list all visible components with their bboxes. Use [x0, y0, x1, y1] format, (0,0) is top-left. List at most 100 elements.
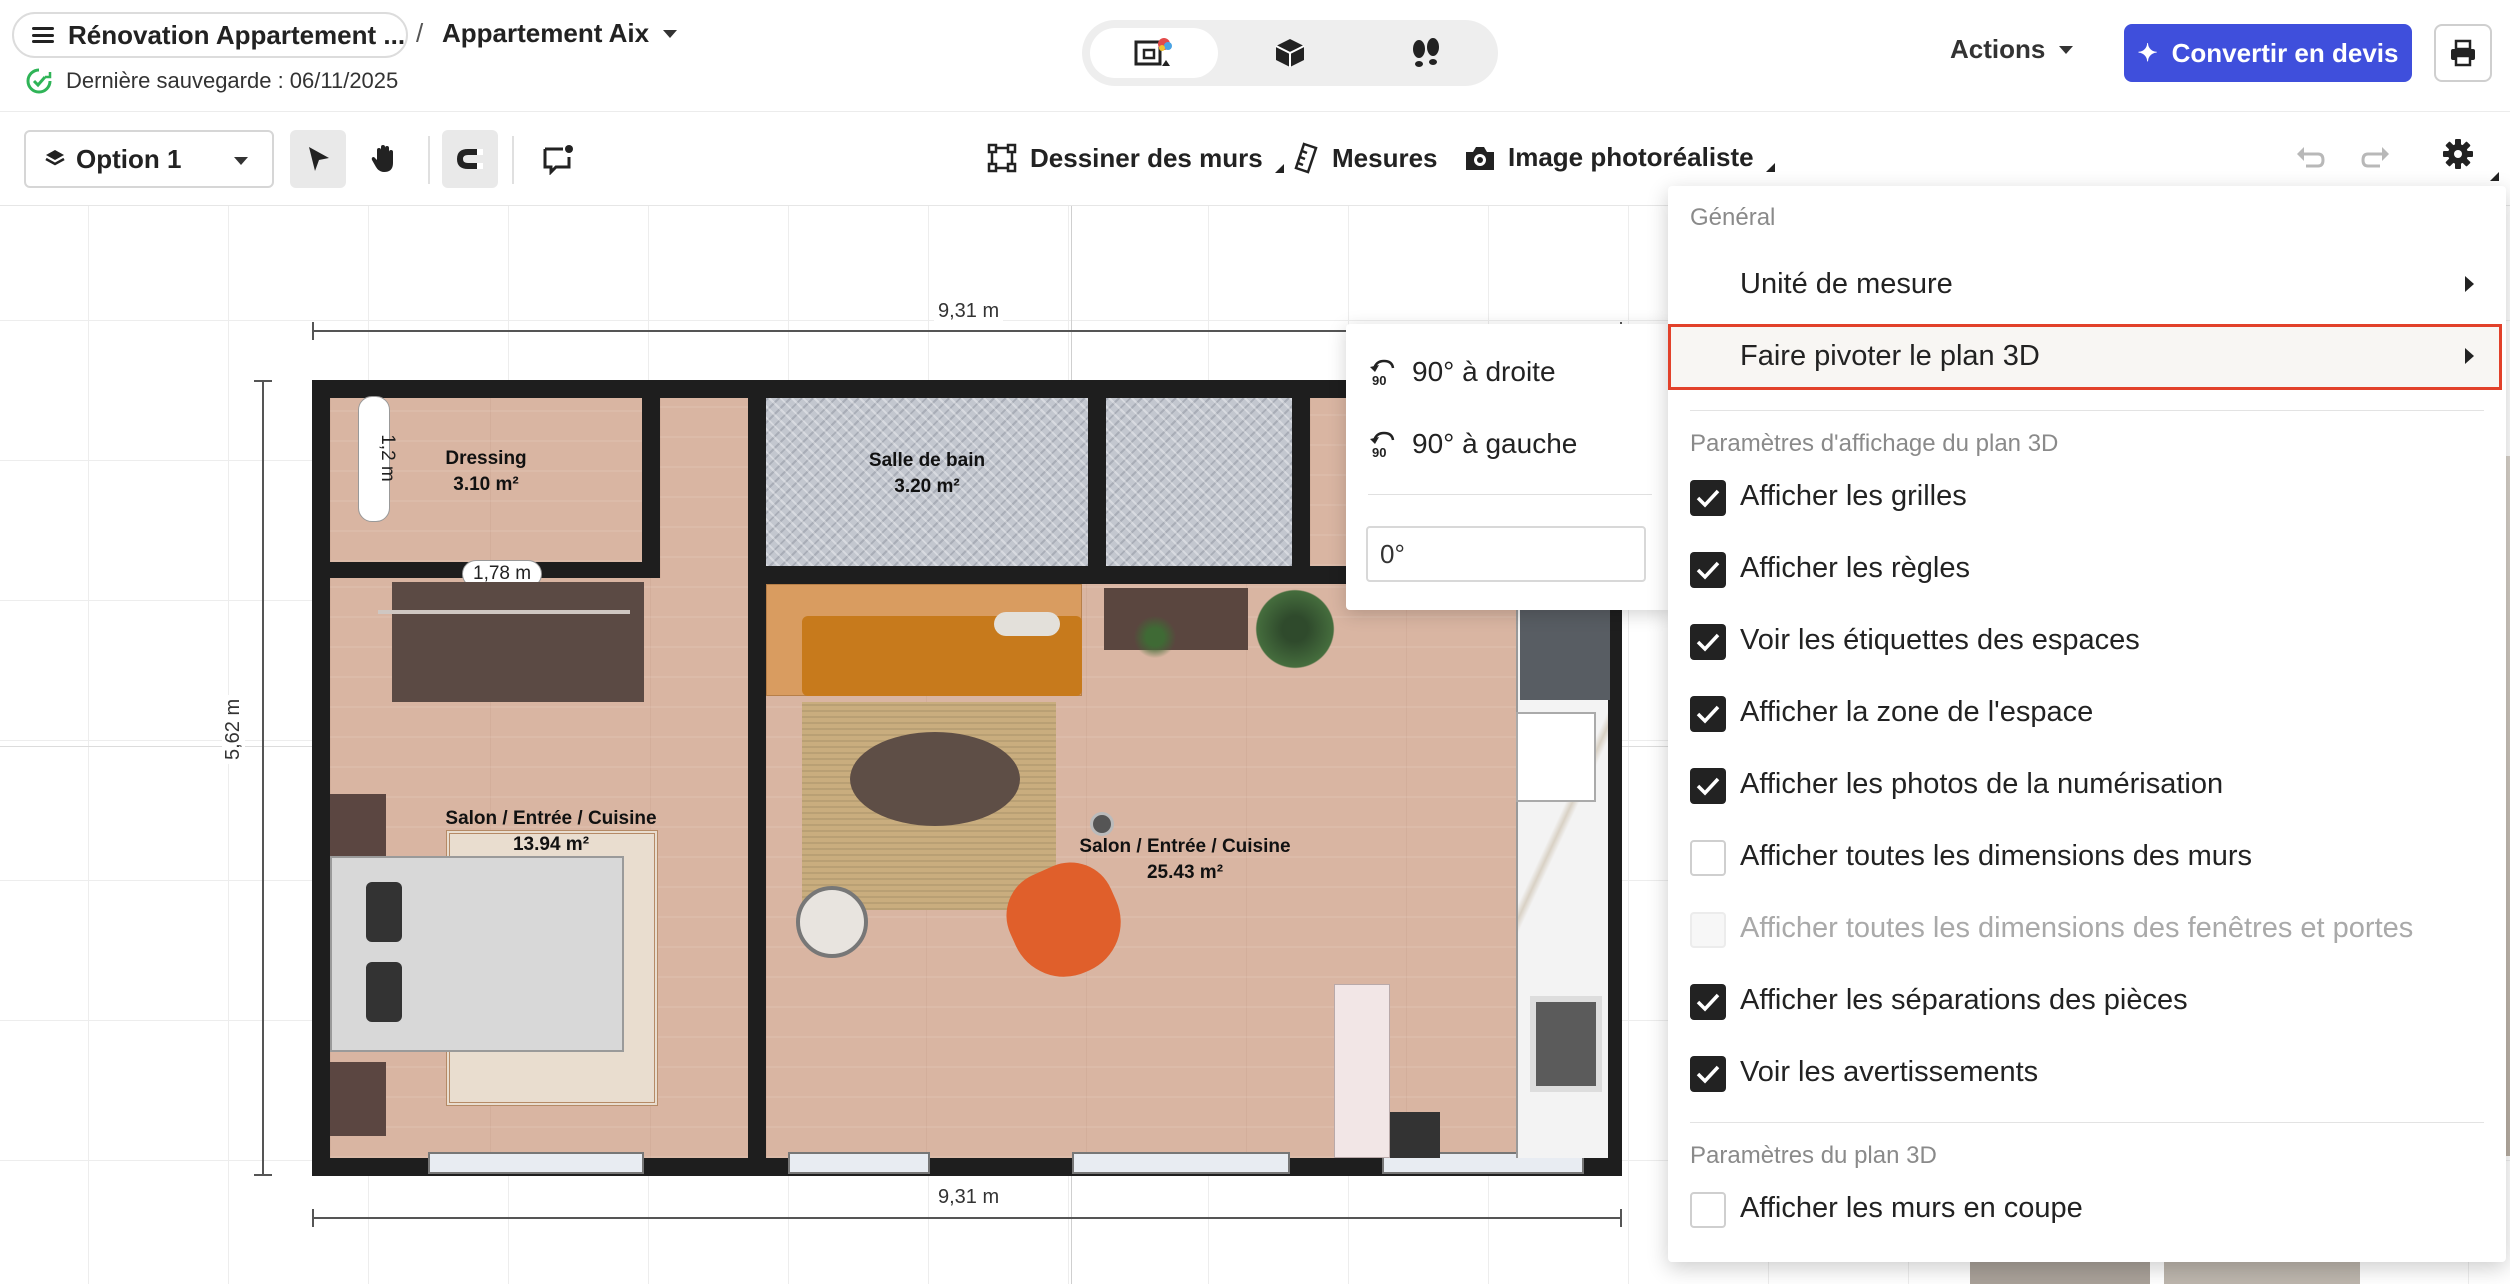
- dimension-tick: [312, 322, 314, 340]
- hamburger-icon: [32, 27, 54, 43]
- top-bar: Rénovation Appartement ... / Appartement…: [0, 0, 2510, 112]
- bottom-dimension-line: [312, 1217, 1622, 1219]
- variant-selector[interactable]: Appartement Aix: [442, 18, 678, 49]
- plant: [1250, 584, 1340, 674]
- view-3d-icon: [1275, 39, 1305, 67]
- magnet-tool-button[interactable]: [442, 130, 498, 188]
- check-icon: [1696, 633, 1720, 652]
- measures-tool[interactable]: Mesures: [1294, 142, 1438, 174]
- dimension-pill-vertical: 1,2 m: [358, 396, 398, 522]
- option-label[interactable]: Afficher les séparations des pièces: [1740, 984, 2188, 1017]
- photo-label: Image photoréaliste: [1508, 142, 1754, 172]
- dimension-tick: [254, 380, 272, 382]
- redo-icon[interactable]: [2360, 142, 2392, 174]
- checkbox-space-area[interactable]: [1690, 696, 1726, 732]
- top-dimension-label: 9,31 m: [934, 300, 1004, 323]
- section-3d: Paramètres du plan 3D: [1690, 1142, 1937, 1169]
- option-label[interactable]: Afficher les grilles: [1740, 480, 1967, 513]
- draw-walls-tool[interactable]: Dessiner des murs: [986, 142, 1284, 174]
- option-label[interactable]: Afficher la zone de l'espace: [1740, 696, 2093, 729]
- rotate-right-item[interactable]: 90 90° à droite: [1368, 352, 1556, 392]
- check-icon: [1696, 561, 1720, 580]
- rotate-left-label: 90° à gauche: [1412, 428, 1578, 459]
- chevron-right-icon: [2465, 276, 2474, 292]
- menu-divider: [1690, 1122, 2484, 1123]
- rotation-angle-input[interactable]: [1366, 526, 1646, 582]
- toolbar-divider: [428, 136, 430, 184]
- option-label: Option 1: [76, 143, 182, 174]
- checkbox-room-separations[interactable]: [1690, 984, 1726, 1020]
- view-2d-button[interactable]: [1090, 28, 1218, 78]
- rotate-submenu: 90 90° à droite 90 90° à gauche: [1346, 324, 1672, 610]
- side-floor: [1310, 398, 1350, 566]
- option-selector[interactable]: Option 1: [24, 130, 274, 188]
- undo-icon[interactable]: [2294, 142, 2326, 174]
- measurement-unit-item[interactable]: Unité de mesure: [1740, 268, 1953, 301]
- walk-icon: [1413, 38, 1439, 67]
- view-walk-button[interactable]: [1362, 28, 1490, 78]
- checkbox-scan-photos[interactable]: [1690, 768, 1726, 804]
- rattan-chair: [796, 886, 868, 958]
- submenu-corner-icon: [2490, 172, 2499, 181]
- plan-2d-icon: [1134, 38, 1172, 66]
- sparkle-icon: ✦: [2137, 39, 2158, 67]
- submenu-corner-icon: [1765, 163, 1775, 172]
- rotate-plan-item[interactable]: Faire pivoter le plan 3D: [1740, 340, 2040, 373]
- convert-to-quote-button[interactable]: ✦ Convertir en devis: [2124, 24, 2412, 82]
- comment-add-icon: [543, 145, 573, 175]
- toolbar-divider: [512, 136, 514, 184]
- checkbox-cut-walls[interactable]: [1690, 1192, 1726, 1228]
- layers-icon: [45, 150, 65, 166]
- check-icon: [1696, 1065, 1720, 1084]
- photorealistic-image-tool[interactable]: Image photoréaliste: [1464, 142, 1775, 173]
- settings-dropdown: Général Unité de mesure Faire pivoter le…: [1668, 186, 2506, 1262]
- room-label-dressing: Dressing 3.10 m²: [426, 446, 546, 498]
- window: [428, 1152, 644, 1174]
- print-button[interactable]: [2434, 24, 2492, 82]
- option-label[interactable]: Afficher les murs en coupe: [1740, 1192, 2083, 1225]
- window: [788, 1152, 930, 1174]
- checkbox-space-labels[interactable]: [1690, 624, 1726, 660]
- actions-menu[interactable]: Actions: [1950, 34, 2074, 65]
- chevron-down-icon: [663, 29, 678, 38]
- coffee-table: [850, 732, 1020, 826]
- project-name: Rénovation Appartement ...: [68, 19, 406, 50]
- bottom-dimension-label: 9,31 m: [934, 1186, 1004, 1209]
- scan-photo-thumb: [2164, 1262, 2360, 1284]
- rotate-left-item[interactable]: 90 90° à gauche: [1368, 424, 1577, 464]
- fridge: [1520, 610, 1610, 700]
- check-icon: [1696, 993, 1720, 1012]
- room-area: 25.43 m²: [1146, 862, 1224, 883]
- scan-photo-thumb: [1970, 1262, 2150, 1284]
- submenu-corner-icon: [1274, 163, 1284, 173]
- room-label-bedroom: Salon / Entrée / Cuisine 13.94 m²: [436, 806, 666, 858]
- dimension-tick: [254, 1174, 272, 1176]
- option-label[interactable]: Afficher toutes les dimensions des murs: [1740, 840, 2252, 873]
- menu-divider: [1690, 410, 2484, 411]
- cooktop: [1530, 996, 1602, 1092]
- view-mode-switch: [1082, 20, 1498, 86]
- last-saved-text: Dernière sauvegarde : 06/11/2025: [66, 68, 399, 93]
- select-tool-button[interactable]: [290, 130, 346, 188]
- settings-button[interactable]: [2440, 136, 2499, 188]
- annotation-tool-button[interactable]: [530, 130, 586, 188]
- option-label[interactable]: Afficher les règles: [1740, 552, 1970, 585]
- room-label-living: Salon / Entrée / Cuisine 25.43 m²: [1070, 834, 1300, 886]
- svg-text:90: 90: [1372, 373, 1386, 387]
- option-label[interactable]: Afficher les photos de la numérisation: [1740, 768, 2223, 801]
- option-label[interactable]: Voir les avertissements: [1740, 1056, 2038, 1089]
- room-name: Dressing: [445, 448, 527, 469]
- room-name: Salon / Entrée / Cuisine: [1079, 836, 1291, 857]
- room-area: 3.10 m²: [453, 474, 519, 495]
- option-label[interactable]: Voir les étiquettes des espaces: [1740, 624, 2140, 657]
- submenu-divider: [1368, 494, 1652, 495]
- pan-tool-button[interactable]: [356, 130, 412, 188]
- checkbox-wall-dimensions[interactable]: [1690, 840, 1726, 876]
- project-menu-button[interactable]: Rénovation Appartement ...: [12, 12, 408, 58]
- cabinet: [1334, 984, 1390, 1158]
- view-3d-button[interactable]: [1226, 28, 1354, 78]
- checkbox-show-rulers[interactable]: [1690, 552, 1726, 588]
- checkbox-show-grids[interactable]: [1690, 480, 1726, 516]
- pillow: [366, 962, 402, 1022]
- checkbox-warnings[interactable]: [1690, 1056, 1726, 1092]
